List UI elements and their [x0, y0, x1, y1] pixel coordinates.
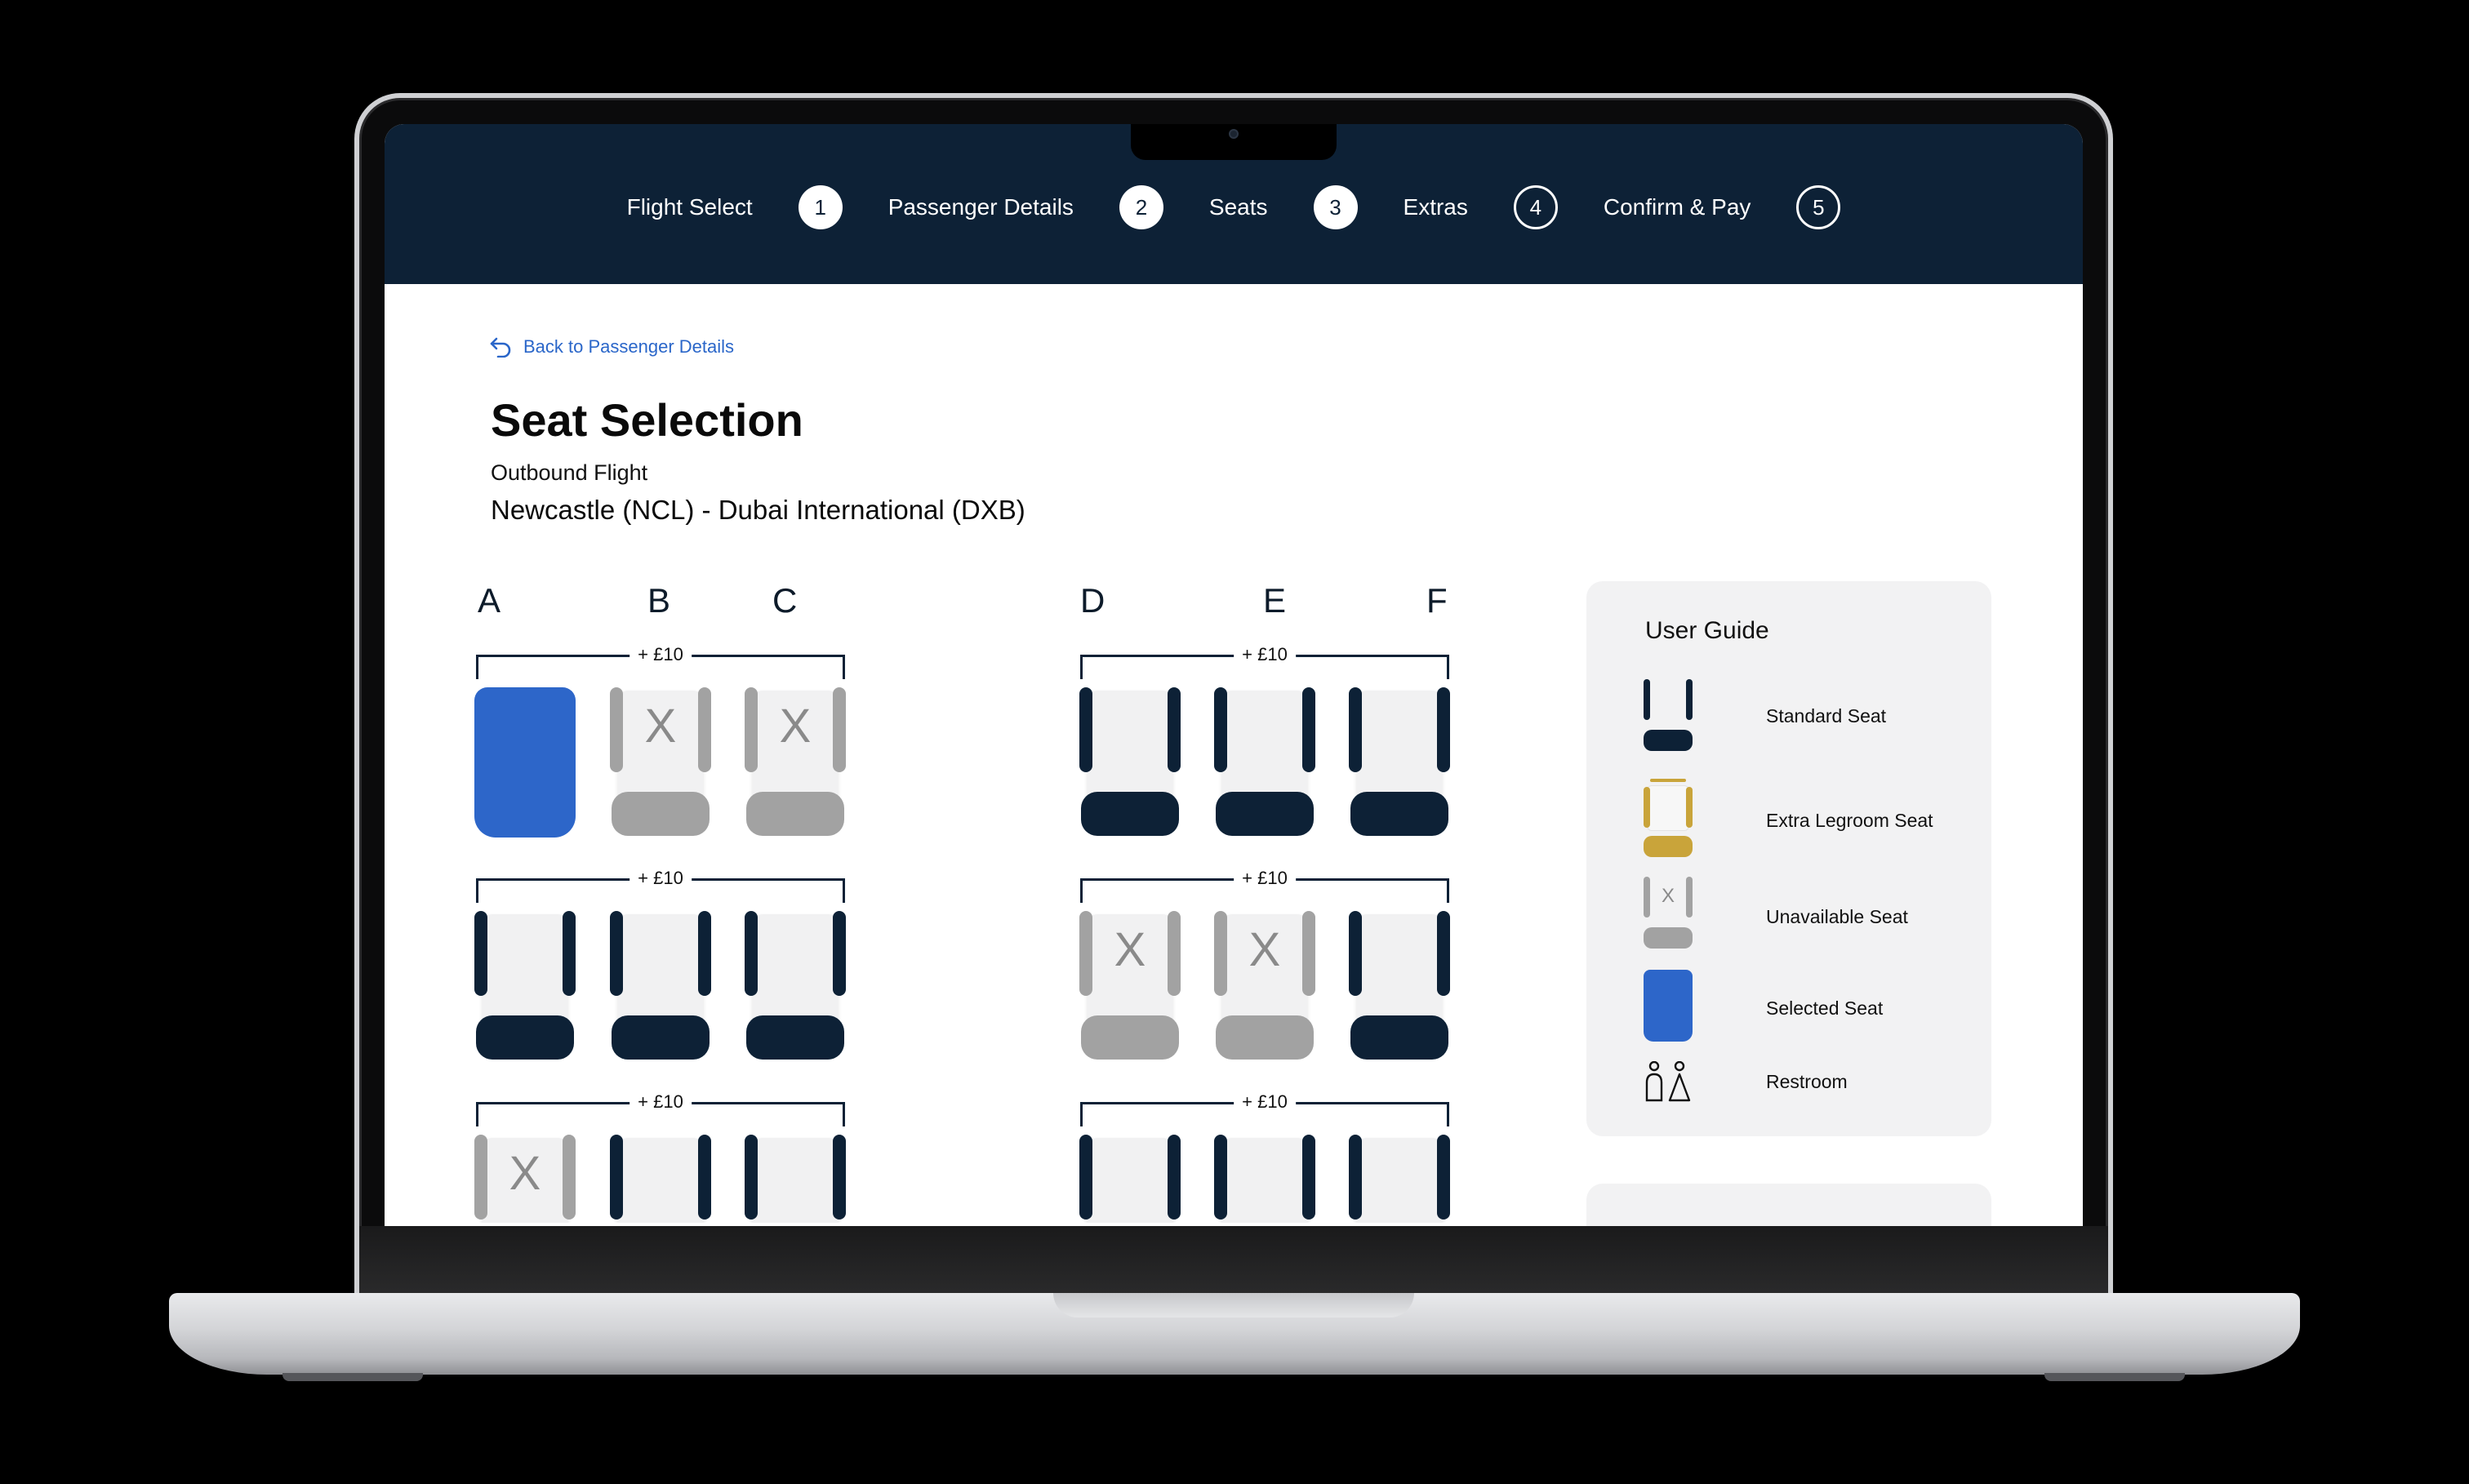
back-link-label: Back to Passenger Details	[523, 336, 735, 357]
guide-label: Standard Seat	[1766, 705, 1887, 726]
seat-column-letter: D	[1080, 581, 1105, 620]
price-bracket: + £10	[476, 868, 845, 903]
step-seats[interactable]: Seats 3	[1209, 185, 1358, 229]
guide-label: Restroom	[1766, 1071, 1848, 1092]
guide-label: Extra Legroom Seat	[1766, 810, 1933, 831]
step-label: Seats	[1208, 194, 1268, 220]
restroom-icon	[1645, 1061, 1691, 1102]
seat-column-letter: B	[647, 581, 671, 620]
seat-6E: X	[1214, 911, 1315, 1061]
unavailable-seat-icon: X	[1644, 877, 1693, 950]
guide-label: Selected Seat	[1766, 997, 1884, 1019]
booking-steps-header: Flight Select 1 Passenger Details 2 Seat…	[385, 124, 2083, 284]
seat-column-letter: E	[1263, 581, 1287, 620]
step-extras[interactable]: Extras 4	[1404, 185, 1558, 229]
seat-7F[interactable]	[1349, 1135, 1450, 1223]
camera-icon	[1229, 129, 1239, 139]
flight-direction: Outbound Flight	[491, 460, 648, 485]
price-bracket: + £10	[1080, 644, 1449, 679]
step-label: Passenger Details	[888, 194, 1074, 220]
seat-price-label: + £10	[1234, 868, 1296, 889]
step-label: Flight Select	[626, 194, 753, 220]
seat-7B[interactable]	[610, 1135, 711, 1223]
seat-5C: X	[745, 687, 846, 838]
unavailable-x-icon: X	[509, 1147, 541, 1200]
seat-price-label: + £10	[629, 1091, 692, 1113]
selected-seat-icon	[1644, 970, 1693, 1043]
unavailable-x-icon: X	[1248, 923, 1281, 976]
seat-6B[interactable]	[610, 911, 711, 1061]
seat-6D: X	[1079, 911, 1181, 1061]
seat-6F[interactable]	[1349, 911, 1450, 1061]
seat-6C[interactable]	[745, 911, 846, 1061]
seat-5A[interactable]	[474, 687, 576, 838]
seat-7C[interactable]	[745, 1135, 846, 1223]
seat-7E[interactable]	[1214, 1135, 1315, 1223]
seat-7A: X	[474, 1135, 576, 1223]
unavailable-x-icon: X	[779, 700, 812, 753]
seat-price-label: + £10	[629, 868, 692, 889]
price-bracket: + £10	[1080, 1091, 1449, 1126]
flight-route: Newcastle (NCL) - Dubai International (D…	[491, 495, 1025, 525]
step-number-badge: 2	[1119, 185, 1163, 229]
seat-column-letter: C	[772, 581, 798, 620]
seat-price-label: + £10	[1234, 644, 1296, 665]
app-screen: Flight Select 1 Passenger Details 2 Seat…	[385, 124, 2083, 1226]
seat-column-letter: A	[478, 581, 501, 620]
step-label: Confirm & Pay	[1603, 194, 1751, 220]
seat-5B: X	[610, 687, 711, 838]
step-confirm-pay[interactable]: Confirm & Pay 5	[1604, 185, 1841, 229]
second-info-panel	[1586, 1184, 1991, 1226]
user-guide-panel: User Guide Standard Seat Extra Legroom S…	[1586, 581, 1991, 1136]
booking-steps: Flight Select 1 Passenger Details 2 Seat…	[385, 183, 2083, 232]
unavailable-x-icon: X	[1114, 923, 1146, 976]
seat-5D[interactable]	[1079, 687, 1181, 838]
seat-5E[interactable]	[1214, 687, 1315, 838]
price-bracket: + £10	[476, 644, 845, 679]
back-arrow-icon	[490, 337, 511, 358]
seat-5F[interactable]	[1349, 687, 1450, 838]
screen-hinge	[359, 1226, 2108, 1295]
laptop-foot-right	[2044, 1373, 2185, 1381]
seat-6A[interactable]	[474, 911, 576, 1061]
price-bracket: + £10	[476, 1091, 845, 1126]
standard-seat-icon	[1644, 679, 1693, 753]
step-number-badge: 3	[1313, 185, 1358, 229]
unavailable-x-icon: X	[644, 700, 677, 753]
camera-notch	[1131, 124, 1337, 160]
seat-price-label: + £10	[1234, 1091, 1296, 1113]
step-number-badge: 4	[1513, 185, 1558, 229]
price-bracket: + £10	[1080, 868, 1449, 903]
seat-column-letter: F	[1426, 581, 1448, 620]
step-passenger-details[interactable]: Passenger Details 2	[888, 185, 1163, 229]
user-guide-title: User Guide	[1645, 617, 1769, 644]
step-flight-select[interactable]: Flight Select 1	[627, 185, 843, 229]
laptop-opening-notch	[1053, 1293, 1414, 1317]
step-label: Extras	[1403, 194, 1468, 220]
page-title: Seat Selection	[491, 394, 803, 446]
seat-7D[interactable]	[1079, 1135, 1181, 1223]
laptop-foot-left	[282, 1373, 423, 1381]
back-to-passenger-details-link[interactable]: Back to Passenger Details	[489, 336, 734, 358]
step-number-badge: 1	[798, 185, 843, 229]
extra-legroom-seat-icon	[1644, 779, 1693, 857]
seat-price-label: + £10	[629, 644, 692, 665]
guide-label: Unavailable Seat	[1766, 906, 1908, 927]
step-number-badge: 5	[1796, 185, 1841, 229]
